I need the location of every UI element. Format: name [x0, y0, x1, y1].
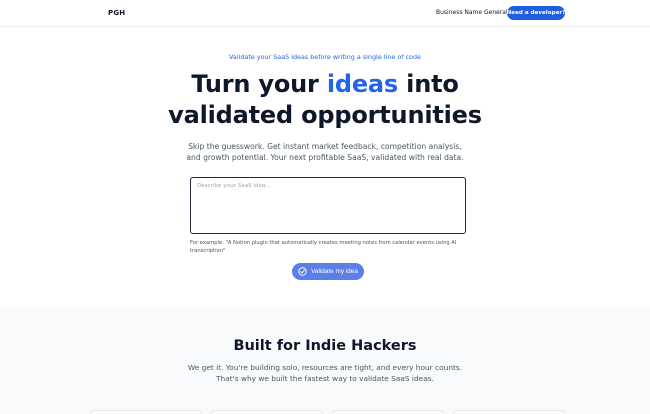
validate-idea-button[interactable]: Validate my idea: [292, 263, 364, 280]
indie-section-subtitle: We get it. You're building solo, resourc…: [175, 362, 475, 384]
feature-card: [211, 410, 323, 414]
page: PGH Business Name Generator Need a devel…: [0, 0, 650, 414]
idea-input[interactable]: [190, 177, 466, 234]
top-header: PGH Business Name Generator Need a devel…: [0, 0, 650, 27]
nav-link-business-name-generator[interactable]: Business Name Generator: [436, 9, 514, 16]
hero-eyebrow: Validate your SaaS ideas before writing …: [229, 53, 421, 61]
hero-title-part: into: [398, 70, 459, 98]
indie-subtitle-line1: We get it. You're building solo, resourc…: [187, 363, 463, 372]
hero-subtitle: Skip the guesswork. Get instant market f…: [175, 141, 475, 163]
indie-section-title: Built for Indie Hackers: [233, 338, 417, 354]
hero-subtitle-line2: and growth potential. Your next profitab…: [186, 153, 464, 162]
hero-title-line2: validated opportunities: [168, 101, 482, 129]
feature-card: [90, 410, 202, 414]
feature-card: [332, 410, 444, 414]
example-text: For example: "A Notion plugin that autom…: [190, 240, 457, 254]
feature-card: [453, 410, 565, 414]
hero-subtitle-line1: Skip the guesswork. Get instant market f…: [188, 142, 462, 151]
indie-hackers-section: Built for Indie Hackers We get it. You'r…: [0, 307, 650, 414]
logo[interactable]: PGH: [108, 9, 125, 17]
check-circle-icon: [298, 267, 307, 276]
hero-title: Turn your ideas into validated opportuni…: [0, 69, 650, 131]
hero-title-accent: ideas: [326, 70, 399, 98]
hero-title-line1: Turn your ideas into: [191, 70, 459, 98]
indie-subtitle-line2: That's why we built the fastest way to v…: [216, 374, 434, 383]
need-developer-button[interactable]: Need a developer?: [507, 6, 565, 20]
validate-idea-label: Validate my idea: [311, 268, 358, 275]
hero-title-part: Turn your: [191, 70, 327, 98]
